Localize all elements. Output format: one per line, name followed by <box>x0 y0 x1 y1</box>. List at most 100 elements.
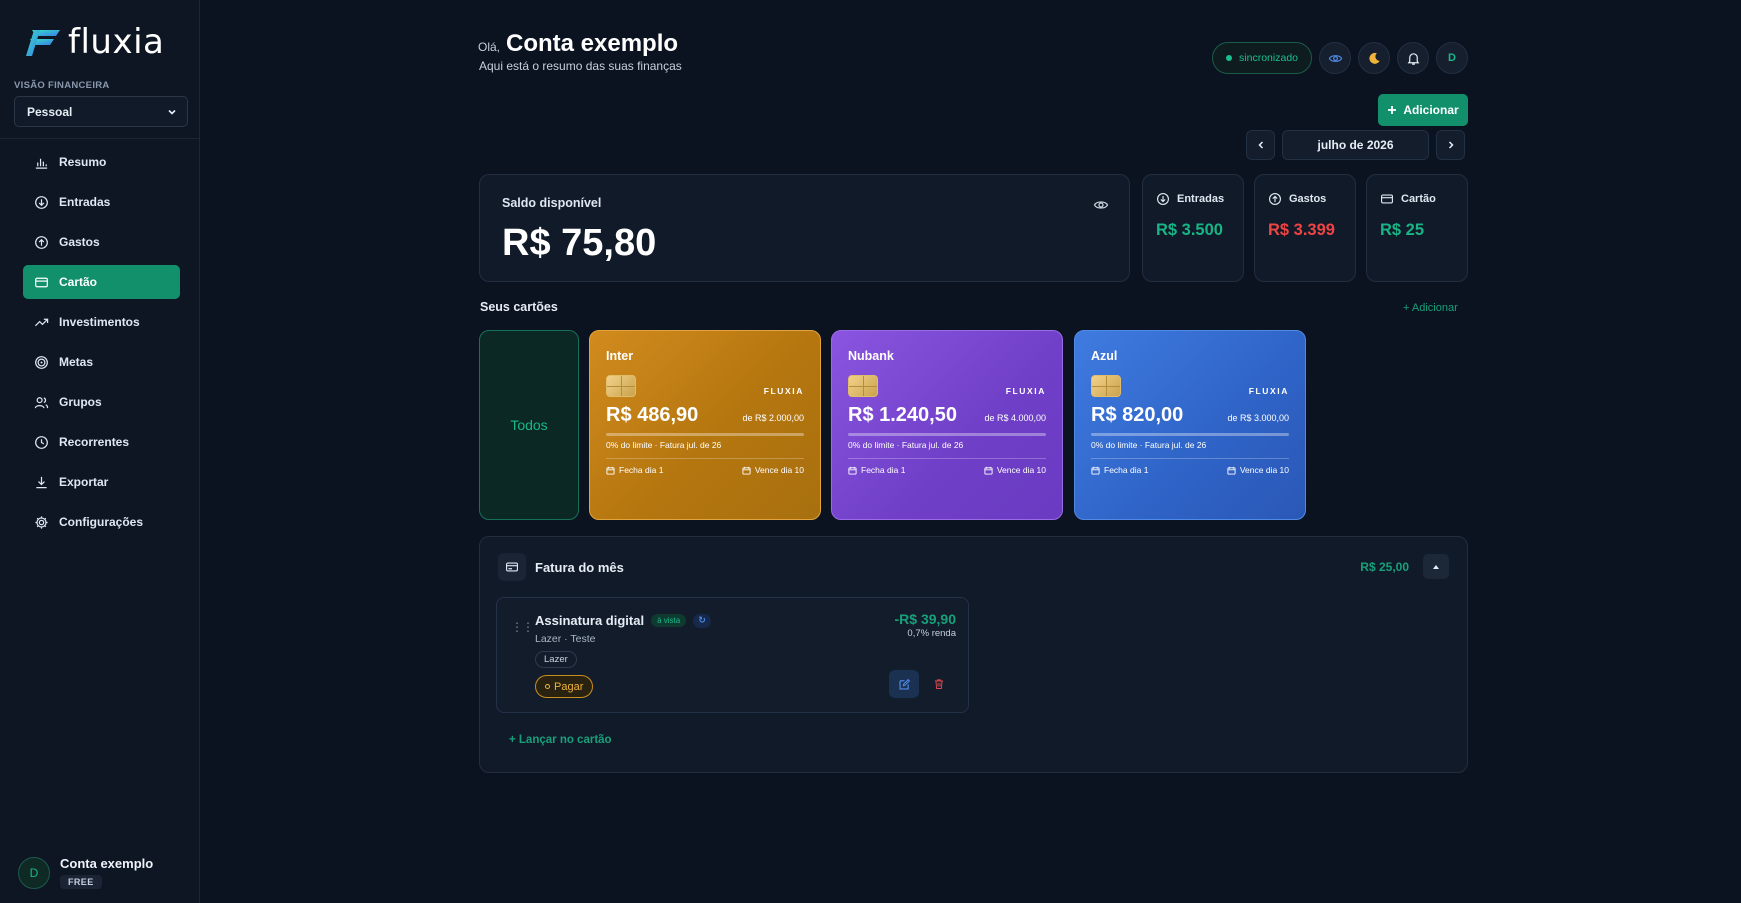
chevron-right-icon <box>1448 141 1454 149</box>
sidebar-item-investimentos[interactable]: Investimentos <box>23 305 180 339</box>
trash-icon <box>934 679 944 689</box>
section-label: VISÃO FINANCEIRA <box>14 80 110 91</box>
card-name: Azul <box>1091 349 1118 363</box>
transaction-subtitle: Lazer · Teste <box>535 633 596 645</box>
invoice-icon <box>498 553 526 581</box>
card-due-date: Vence dia 10 <box>984 465 1046 475</box>
transaction-title: Assinatura digital <box>535 613 645 628</box>
card-brand: FLUXIA <box>763 386 804 396</box>
credit-card-inter[interactable]: Inter FLUXIA R$ 486,90 de R$ 2.000,00 0%… <box>589 330 821 520</box>
credit-card-nubank[interactable]: Nubank FLUXIA R$ 1.240,50 de R$ 4.000,00… <box>831 330 1063 520</box>
sidebar-nav: Resumo Entradas Gastos Cartão Investimen… <box>23 139 180 539</box>
credit-card-icon <box>35 277 48 287</box>
expenses-summary-card[interactable]: Gastos R$ 3.399 <box>1254 174 1356 282</box>
invoice-title: Fatura do mês <box>535 560 624 575</box>
sidebar-item-resumo[interactable]: Resumo <box>23 145 180 179</box>
pay-status-icon <box>545 684 550 689</box>
chevron-down-icon <box>168 109 176 115</box>
card-chip-icon <box>848 375 878 397</box>
collapse-invoice-button[interactable] <box>1423 554 1449 579</box>
card-summary-header: Cartão <box>1380 192 1436 206</box>
avatar: D <box>18 856 50 889</box>
card-limit-bar <box>1091 433 1289 436</box>
sidebar-item-entradas[interactable]: Entradas <box>23 185 180 219</box>
edit-icon <box>898 678 910 690</box>
current-month[interactable]: julho de 2026 <box>1282 130 1429 160</box>
drag-handle-icon[interactable]: ⋮⋮ <box>511 620 534 634</box>
income-summary-label: Entradas <box>1177 193 1225 205</box>
card-limit: de R$ 3.000,00 <box>1227 413 1289 423</box>
card-chip-icon <box>606 375 636 397</box>
sidebar-item-metas[interactable]: Metas <box>23 345 180 379</box>
sidebar-item-configuracoes[interactable]: Configurações <box>23 505 180 539</box>
card-brand: FLUXIA <box>1248 386 1289 396</box>
sidebar-item-label: Metas <box>59 355 94 369</box>
card-closing-date: Fecha dia 1 <box>606 465 663 475</box>
payment-type-badge: à vista <box>651 614 687 627</box>
sidebar-item-label: Investimentos <box>59 315 140 329</box>
card-summary-label: Cartão <box>1401 193 1436 205</box>
cards-section-title: Seus cartões <box>480 300 558 314</box>
card-meta: 0% do limite · Fatura jul. de 26 <box>848 440 964 450</box>
sidebar-item-gastos[interactable]: Gastos <box>23 225 180 259</box>
credit-card-azul[interactable]: Azul FLUXIA R$ 820,00 de R$ 3.000,00 0% … <box>1074 330 1306 520</box>
sidebar-item-label: Configurações <box>59 515 144 529</box>
edit-transaction-button[interactable] <box>889 670 919 698</box>
next-month-button[interactable] <box>1436 130 1465 160</box>
expenses-summary-value: R$ 3.399 <box>1268 221 1335 239</box>
calendar-icon <box>606 466 615 475</box>
income-summary-card[interactable]: Entradas R$ 3.500 <box>1142 174 1244 282</box>
credit-card-icon <box>506 562 518 572</box>
pay-button-label: Pagar <box>554 680 584 693</box>
download-icon <box>36 476 47 488</box>
prev-month-button[interactable] <box>1246 130 1275 160</box>
card-due-text: Vence dia 10 <box>754 465 804 475</box>
sidebar-item-label: Resumo <box>59 155 107 169</box>
sidebar-item-grupos[interactable]: Grupos <box>23 385 180 419</box>
view-select[interactable]: Pessoal <box>14 96 188 127</box>
view-select-value: Pessoal <box>27 104 73 119</box>
greeting-prefix: Olá, <box>478 40 501 54</box>
pay-button[interactable]: Pagar <box>535 675 594 698</box>
profile-avatar-button[interactable]: D <box>1436 42 1468 74</box>
theme-toggle-button[interactable] <box>1358 42 1390 74</box>
chevron-left-icon <box>1257 141 1263 149</box>
card-name: Inter <box>606 349 634 363</box>
card-closing-text: Fecha dia 1 <box>619 465 664 475</box>
card-amount: R$ 1.240,50 <box>848 404 957 426</box>
all-cards-filter[interactable]: Todos <box>479 330 579 520</box>
sidebar-item-label: Recorrentes <box>59 435 130 449</box>
add-button[interactable]: Adicionar <box>1378 94 1468 126</box>
invoice-panel: Fatura do mês R$ 25,00 ⋮⋮ Assinatura dig… <box>479 536 1468 773</box>
sync-status-badge[interactable]: sincronizado <box>1212 42 1312 74</box>
add-button-label: Adicionar <box>1403 103 1459 117</box>
card-limit: de R$ 4.000,00 <box>984 413 1046 423</box>
sidebar-item-label: Grupos <box>59 395 102 409</box>
sidebar-item-exportar[interactable]: Exportar <box>23 465 180 499</box>
gear-icon <box>35 515 48 529</box>
arrow-down-circle-icon <box>1157 193 1169 205</box>
expenses-summary-label: Gastos <box>1289 193 1327 205</box>
topbar: sincronizado D <box>1212 42 1468 74</box>
income-summary-value: R$ 3.500 <box>1156 221 1223 239</box>
greeting: Olá, Conta exemplo <box>478 30 678 58</box>
card-summary-card[interactable]: Cartão R$ 25 <box>1366 174 1468 282</box>
transaction-item[interactable]: ⋮⋮ Assinatura digital à vista ↻ Lazer · … <box>496 597 969 713</box>
card-closing-text: Fecha dia 1 <box>861 465 906 475</box>
add-card-transaction-link[interactable]: + Lançar no cartão <box>509 734 612 746</box>
sidebar-item-recorrentes[interactable]: Recorrentes <box>23 425 180 459</box>
page-title: Conta exemplo <box>506 30 679 57</box>
card-due-text: Vence dia 10 <box>996 465 1046 475</box>
toggle-visibility-button[interactable] <box>1319 42 1351 74</box>
app-logo[interactable]: fluxia <box>24 22 164 62</box>
sidebar-item-label: Gastos <box>59 235 100 249</box>
card-amount: R$ 486,90 <box>606 404 699 426</box>
add-card-link[interactable]: + Adicionar <box>1403 302 1458 314</box>
notifications-button[interactable] <box>1397 42 1429 74</box>
eye-icon[interactable] <box>1093 197 1109 213</box>
delete-transaction-button[interactable] <box>930 675 948 693</box>
user-card[interactable]: D Conta exemplo FREE <box>0 842 199 903</box>
app-name: fluxia <box>68 22 165 62</box>
sidebar-item-cartao[interactable]: Cartão <box>23 265 180 299</box>
sidebar-item-label: Cartão <box>59 275 98 289</box>
